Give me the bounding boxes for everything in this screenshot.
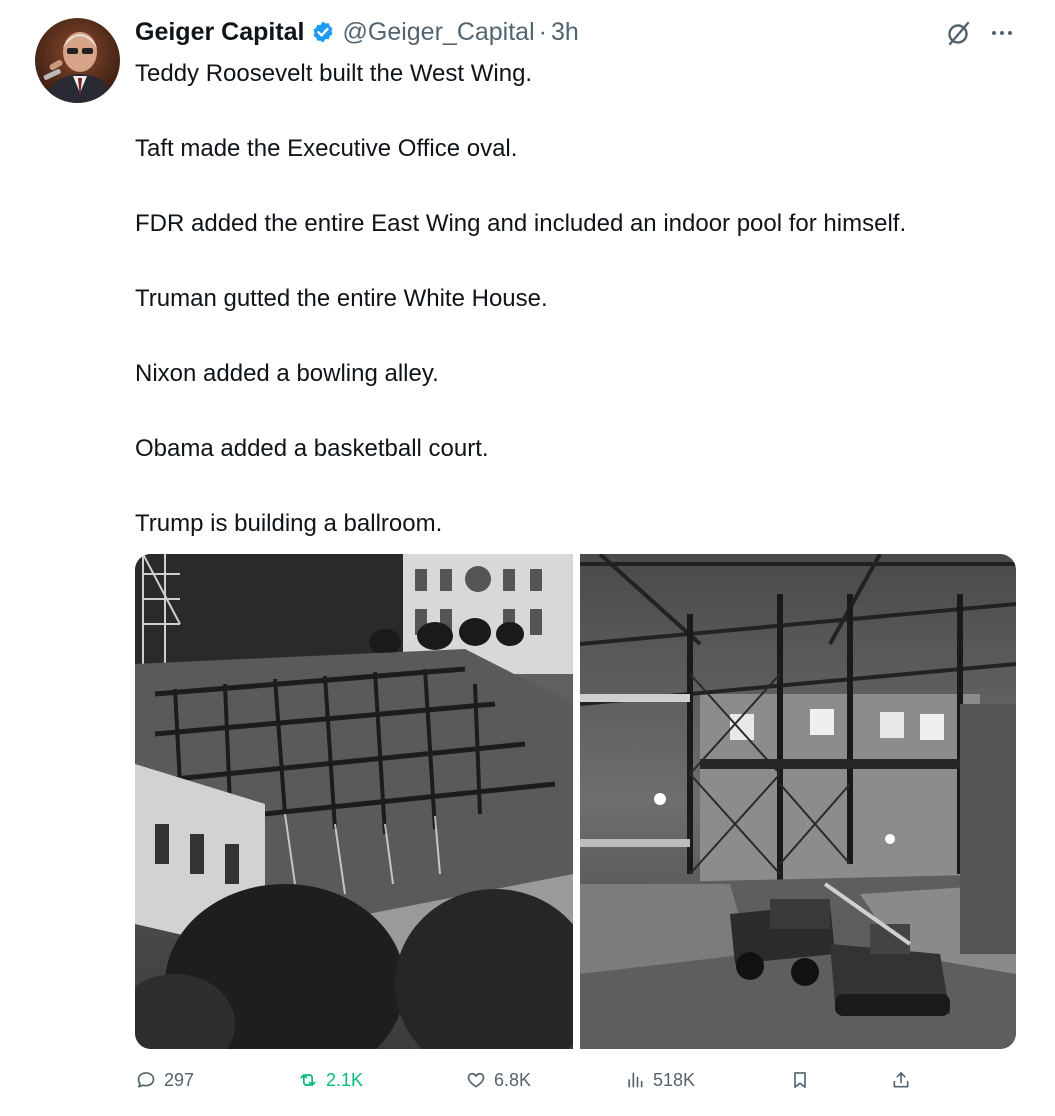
analytics-icon — [628, 1072, 643, 1088]
reply-icon — [137, 1072, 155, 1088]
like-count: 6.8K — [494, 1070, 532, 1090]
author-avatar[interactable] — [35, 18, 120, 103]
bookmark-button[interactable] — [790, 1064, 818, 1096]
verified-badge-icon — [311, 20, 335, 44]
avatar-image — [35, 18, 120, 103]
reply-button[interactable]: 297 — [136, 1064, 194, 1096]
heart-icon — [467, 1072, 485, 1088]
tweet-action-bar: 297 2.1K 6.8K 518K — [0, 1064, 1055, 1096]
share-button[interactable] — [891, 1064, 919, 1096]
more-options-icon[interactable] — [986, 18, 1018, 48]
share-icon — [893, 1072, 909, 1088]
tweet-line: FDR added the entire East Wing and inclu… — [135, 210, 907, 237]
retweet-button[interactable]: 2.1K — [298, 1064, 363, 1096]
like-button[interactable]: 6.8K — [466, 1064, 531, 1096]
retweet-count: 2.1K — [326, 1070, 364, 1090]
photo-construction-east-wing[interactable] — [135, 554, 573, 1049]
reply-count: 297 — [164, 1070, 195, 1090]
tweet-timestamp[interactable]: 3h — [551, 18, 579, 47]
retweet-icon — [300, 1074, 316, 1086]
tweet-media-grid — [135, 554, 1016, 1049]
header-separator: · — [538, 17, 547, 46]
bookmark-icon — [794, 1072, 806, 1088]
views-button[interactable]: 518K — [625, 1064, 695, 1096]
tweet-line: Truman gutted the entire White House. — [135, 285, 548, 312]
tweet-line: Teddy Roosevelt built the West Wing. — [135, 60, 533, 87]
grok-icon[interactable] — [944, 18, 974, 48]
view-count: 518K — [653, 1070, 696, 1090]
author-display-name[interactable]: Geiger Capital — [135, 18, 305, 47]
tweet-text: Teddy Roosevelt built the West Wing. Taf… — [135, 55, 1035, 543]
photo-white-house-gutted-interior[interactable] — [580, 554, 1016, 1049]
tweet-header: Geiger Capital @Geiger_Capital · 3h — [135, 14, 579, 50]
tweet-line: Obama added a basketball court. — [135, 435, 489, 462]
tweet-line: Trump is building a ballroom. — [135, 510, 443, 537]
tweet-line: Nixon added a bowling alley. — [135, 360, 439, 387]
tweet-line: Taft made the Executive Office oval. — [135, 135, 518, 162]
author-handle[interactable]: @Geiger_Capital — [343, 18, 535, 47]
